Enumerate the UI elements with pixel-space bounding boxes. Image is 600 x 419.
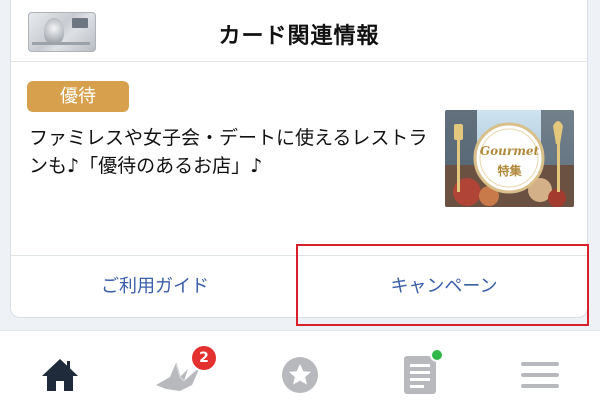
home-icon — [42, 359, 78, 391]
card-info-panel: カード関連情報 優待 ファミレスや女子会・デートに使えるレストランも♪「優待のあ… — [10, 0, 588, 318]
page-title: カード関連情報 — [218, 24, 380, 49]
tab-favorites[interactable] — [240, 331, 360, 419]
tab-crane[interactable] — [120, 331, 240, 419]
document-icon — [404, 356, 436, 394]
tab-statement[interactable] — [360, 331, 480, 419]
menu-icon — [521, 362, 559, 388]
tab-menu[interactable] — [480, 331, 600, 419]
promo-text[interactable]: ファミレスや女子会・デートに使えるレストランも♪「優待のあるお店」♪ — [29, 124, 439, 180]
campaign-link[interactable]: キャンペーン — [299, 256, 589, 318]
card-footer: ご利用ガイド キャンペーン — [11, 255, 587, 318]
tab-home[interactable] — [0, 331, 120, 419]
notification-badge: 2 — [192, 346, 216, 370]
gourmet-feature-image[interactable]: Gourmet 特集 — [445, 110, 574, 207]
gourmet-image-title: Gourmet — [479, 144, 540, 158]
bottom-tab-bar — [0, 330, 600, 419]
gourmet-image-subtitle: 特集 — [497, 164, 522, 178]
benefit-badge: 優待 — [27, 81, 129, 112]
card-header: カード関連情報 — [11, 0, 587, 62]
status-dot — [432, 350, 442, 360]
gourmet-image-art — [445, 110, 574, 207]
usage-guide-link[interactable]: ご利用ガイド — [11, 256, 299, 318]
star-icon — [282, 357, 318, 393]
